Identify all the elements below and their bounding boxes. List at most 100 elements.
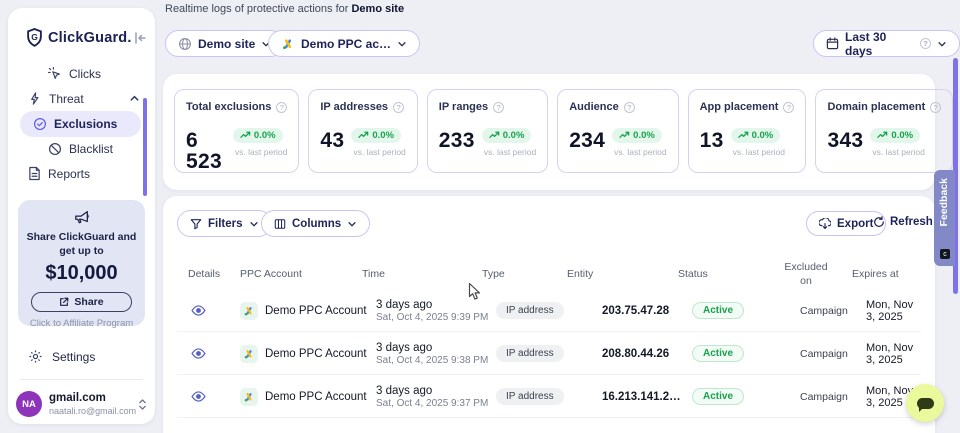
affiliate-link[interactable]: Click to Affiliate Program [18,318,145,329]
user-name: gmail.com [49,392,131,406]
status-badge: Active [692,388,744,405]
brand-logo[interactable]: G ClickGuard. [26,28,132,47]
stat-comparison: vs. last period [731,147,785,157]
stat-label: IP addresses [320,101,388,113]
excluded-on-value: Campaign [800,348,848,360]
page-subtitle: Realtime logs of protective actions for … [165,3,404,15]
time-relative: 3 days ago [376,385,432,397]
sidebar-scrollbar[interactable] [143,98,147,196]
stat-card: IP addresses ? 43 0.0% vs. last period [308,89,417,173]
sidebar-item-label: Blacklist [69,142,113,156]
sidebar-item-exclusions[interactable]: Exclusions [20,111,141,137]
sidebar-item-label: Reports [48,167,90,181]
chat-widget-button[interactable] [906,384,944,422]
info-icon[interactable]: ? [624,102,635,113]
row-details-button[interactable] [191,289,206,332]
feedback-tab[interactable]: Feedback c [934,170,955,266]
stat-label: Audience [569,101,619,113]
col-time[interactable]: Time [362,268,385,280]
row-status: Active [692,289,744,332]
row-entity: 208.80.44.26 [581,332,669,375]
exclusions-icon [33,117,47,131]
time-relative: 3 days ago [376,299,432,311]
promo-text-line1: Share ClickGuard and [18,230,145,244]
sidebar-item-threat[interactable]: Threat [28,91,140,106]
row-entity: 203.75.47.28 [581,289,669,332]
col-entity[interactable]: Entity [567,268,593,280]
stat-value: 13 [700,130,724,151]
chevron-up-icon [129,93,140,104]
site-selector-label: Demo site [198,37,255,51]
table-row[interactable]: Demo PPC Account 3 days ago Sat, Oct 4, … [177,332,921,375]
row-ppc-account: Demo PPC Account [240,289,367,332]
table-row[interactable]: Demo PPC Account 3 days ago Sat, Oct 4, … [177,289,921,332]
sidebar-item-clicks[interactable]: Clicks [47,66,101,81]
megaphone-icon [73,209,91,225]
ppc-account-selector[interactable]: Demo PPC ac… [268,30,420,57]
date-range-selector[interactable]: Last 30 days ? [813,30,960,57]
col-excluded-on[interactable]: Excluded on [783,261,829,288]
info-icon[interactable]: ? [783,102,794,113]
columns-button[interactable]: Columns [261,210,370,237]
account-name: Demo PPC Account [265,305,367,317]
trend-badge: 0.0% [870,128,920,143]
collapse-sidebar-icon[interactable] [132,30,148,46]
entity-value: 208.80.44.26 [602,348,669,360]
info-icon[interactable]: ? [930,102,941,113]
refresh-button[interactable]: Refresh [873,216,933,228]
entity-value: 203.75.47.28 [602,305,669,317]
col-details[interactable]: Details [188,268,220,280]
info-icon[interactable]: ? [393,102,404,113]
col-ppc-account[interactable]: PPC Account [240,268,302,280]
chevron-down-icon [397,39,407,49]
row-time: 3 days ago Sat, Oct 4, 2025 9:37 PM [376,375,488,418]
chevron-down-icon [249,219,259,229]
col-expires-at[interactable]: Expires at [852,268,899,280]
trend-badge: 0.0% [612,128,662,143]
stat-label: Total exclusions [186,101,271,113]
trend-badge: 0.0% [731,128,781,143]
filters-button[interactable]: Filters [177,210,272,237]
col-type[interactable]: Type [482,268,505,280]
entity-identicon [581,347,595,361]
row-details-button[interactable] [191,332,206,375]
row-ppc-account: Demo PPC Account [240,375,367,418]
chevron-updown-icon [138,398,147,411]
account-switcher[interactable]: NA gmail.com naatali.ro@gmail.com [16,391,147,417]
row-excluded-on: Campaign [800,289,848,332]
stat-label: App placement [700,101,779,113]
settings-label: Settings [52,350,95,364]
affiliate-promo-card[interactable]: Share ClickGuard and get up to $10,000 S… [18,200,145,326]
ppc-account-selector-label: Demo PPC ac… [301,37,391,51]
col-status[interactable]: Status [678,268,708,280]
row-details-button[interactable] [191,375,206,418]
excluded-on-value: Campaign [800,391,848,403]
entity-identicon [581,304,595,318]
sidebar-item-blacklist[interactable]: Blacklist [48,142,113,156]
site-selector[interactable]: Demo site [165,30,284,57]
info-icon[interactable]: ? [276,102,287,113]
filters-button-label: Filters [208,218,243,230]
stat-comparison: vs. last period [351,147,405,157]
type-badge: IP address [496,388,564,405]
table-body: Demo PPC Account 3 days ago Sat, Oct 4, … [163,289,935,418]
type-badge: IP address [496,345,564,362]
sidebar: G ClickGuard. Clicks Threat [8,8,155,424]
sidebar-item-reports[interactable]: Reports [28,166,90,181]
chevron-down-icon [937,39,947,49]
globe-icon [178,37,192,51]
time-absolute: Sat, Oct 4, 2025 9:37 PM [376,398,488,409]
table-row[interactable]: Demo PPC Account 3 days ago Sat, Oct 4, … [177,375,921,418]
status-badge: Active [692,302,744,319]
row-entity: 16.213.141.2… [581,375,681,418]
info-icon[interactable]: ? [493,102,504,113]
blacklist-icon [48,142,62,156]
share-button[interactable]: Share [31,292,132,312]
columns-icon [274,218,286,230]
stat-value: 43 [320,130,344,151]
trend-up-icon [619,131,630,139]
trend-badge: 0.0% [233,128,283,143]
stat-value: 6 523 [186,130,226,172]
account-name: Demo PPC Account [265,348,367,360]
sidebar-item-settings[interactable]: Settings [28,349,95,364]
